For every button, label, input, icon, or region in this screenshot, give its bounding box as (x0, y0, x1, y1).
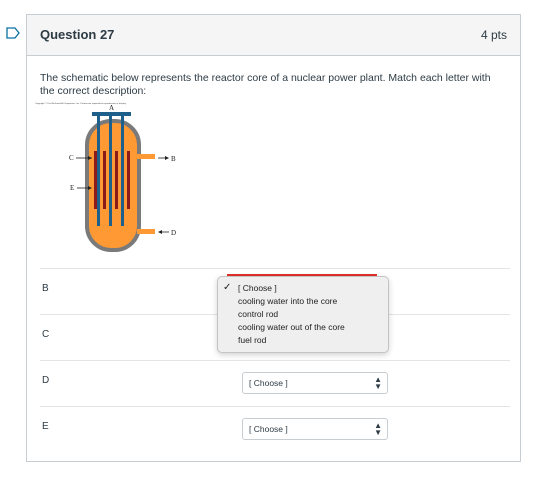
label-b: B (171, 155, 176, 163)
control-rod (109, 116, 112, 226)
question-title: Question 27 (40, 27, 115, 42)
answer-row-d: D [ Choose ] ▲ ▼ (40, 360, 510, 407)
control-rod (97, 116, 100, 226)
dropdown-option[interactable]: cooling water out of the core (238, 321, 345, 333)
fuel-rod (103, 151, 106, 209)
answer-select-d[interactable]: [ Choose ] ▲ ▼ (242, 372, 388, 394)
row-label: D (42, 375, 50, 386)
question-header: Question 27 4 pts (27, 15, 520, 56)
fuel-rod (127, 151, 130, 209)
question-points: 4 pts (480, 28, 507, 42)
dropdown-option[interactable]: fuel rod (238, 334, 266, 346)
fuel-rod (94, 151, 97, 209)
select-arrows-icon: ▲ ▼ (374, 421, 382, 437)
checkmark-icon: ✓ (223, 282, 232, 293)
select-dropdown-menu[interactable]: ✓ [ Choose ] cooling water into the core… (217, 276, 389, 353)
row-label: B (42, 283, 49, 294)
label-a: A (109, 104, 114, 112)
select-arrows-icon: ▲ ▼ (374, 375, 382, 391)
select-value: [ Choose ] (249, 378, 288, 388)
label-c: C (69, 154, 74, 162)
label-e: E (70, 184, 74, 192)
label-d: D (171, 229, 176, 237)
fuel-rod (115, 151, 118, 209)
outlet-pipe (137, 154, 155, 159)
answer-select-e[interactable]: [ Choose ] ▲ ▼ (242, 418, 388, 440)
dropdown-option[interactable]: cooling water into the core (238, 295, 337, 307)
dropdown-option[interactable]: [ Choose ] (238, 282, 277, 294)
answer-row-e: E [ Choose ] ▲ ▼ (40, 406, 510, 453)
reactor-core-diagram: Copyright © The McGraw-Hill Companies, I… (35, 102, 176, 252)
row-label: C (42, 329, 50, 340)
dropdown-option[interactable]: control rod (238, 308, 278, 320)
bookmark-flag-icon[interactable] (6, 27, 20, 39)
question-prompt: The schematic below represents the react… (40, 72, 491, 97)
question-card: Question 27 4 pts The schematic below re… (26, 14, 521, 462)
inlet-pipe (137, 229, 155, 234)
row-label: E (42, 421, 49, 432)
control-rod (121, 116, 124, 226)
select-value: [ Choose ] (249, 424, 288, 434)
top-bar (92, 112, 131, 116)
